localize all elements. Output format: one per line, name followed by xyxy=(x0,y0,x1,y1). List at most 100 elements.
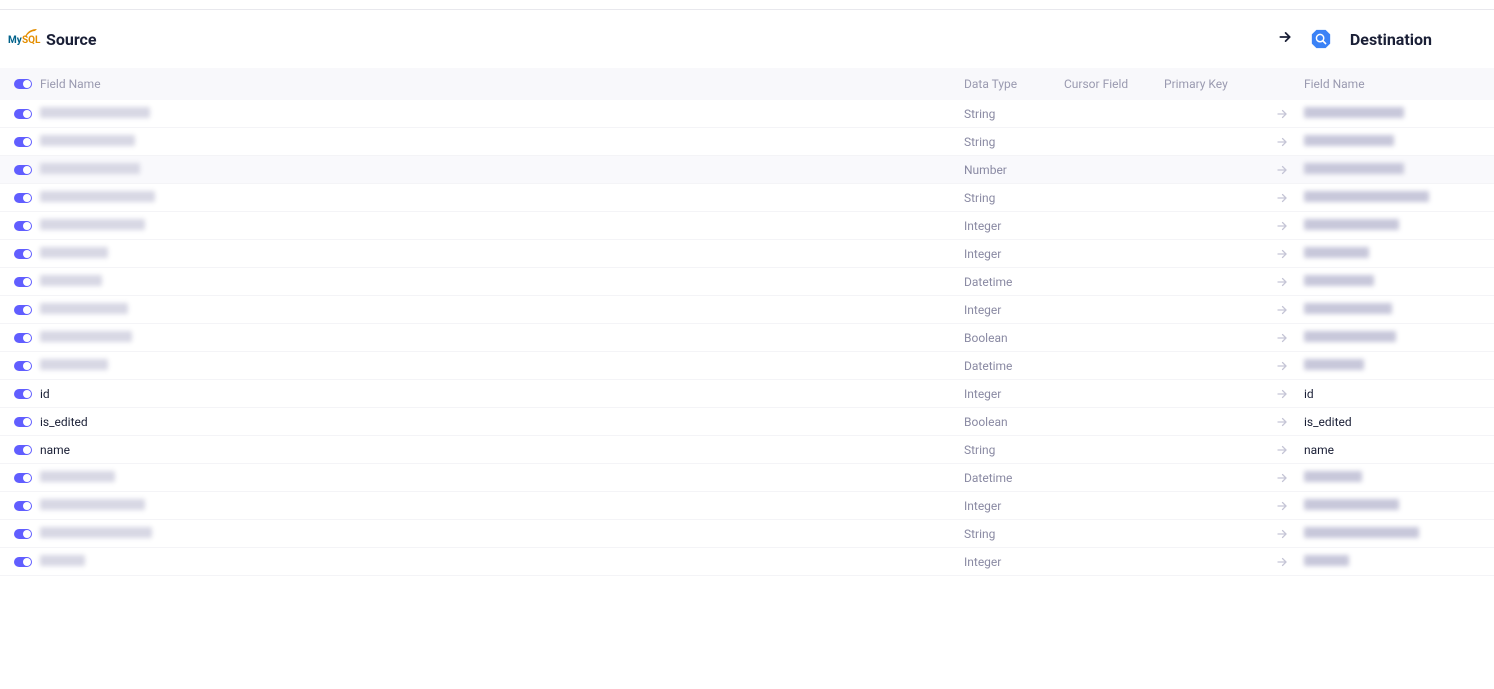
field-toggle[interactable] xyxy=(14,473,32,483)
field-row: Number xyxy=(0,156,1494,184)
redacted-field xyxy=(40,107,150,118)
field-row: Datetime xyxy=(0,352,1494,380)
toggle-cell xyxy=(0,473,40,483)
destination-field-name xyxy=(1304,471,1494,485)
header-toggle-cell xyxy=(0,79,40,89)
field-toggle[interactable] xyxy=(14,221,32,231)
destination-label: Destination xyxy=(1350,30,1432,49)
data-type-cell: String xyxy=(964,107,1064,121)
source-field-name: name xyxy=(40,443,964,457)
data-type-cell: String xyxy=(964,191,1064,205)
arrow-right-icon xyxy=(1259,500,1304,512)
data-type-cell: Integer xyxy=(964,247,1064,261)
source-field-name xyxy=(40,331,964,345)
field-row: Datetime xyxy=(0,268,1494,296)
field-toggle[interactable] xyxy=(14,165,32,175)
arrow-right-icon xyxy=(1278,30,1292,48)
field-toggle[interactable] xyxy=(14,557,32,567)
source-field-name xyxy=(40,303,964,317)
field-toggle[interactable] xyxy=(14,333,32,343)
data-type-cell: Integer xyxy=(964,219,1064,233)
toggle-cell xyxy=(0,221,40,231)
data-type-cell: Integer xyxy=(964,303,1064,317)
field-row: String xyxy=(0,128,1494,156)
source-header: MySQL Source xyxy=(8,29,97,49)
toggle-cell xyxy=(0,445,40,455)
field-row: Boolean xyxy=(0,324,1494,352)
field-toggle[interactable] xyxy=(14,501,32,511)
source-label: Source xyxy=(46,30,97,49)
toggle-cell xyxy=(0,109,40,119)
toggle-cell xyxy=(0,501,40,511)
destination-field-name xyxy=(1304,191,1494,205)
redacted-field xyxy=(1304,303,1392,314)
field-toggle[interactable] xyxy=(14,305,32,315)
source-field-name xyxy=(40,359,964,373)
redacted-field xyxy=(40,527,152,538)
data-type-cell: Datetime xyxy=(964,471,1064,485)
field-rows: String String Number String Integer Integer Da… xyxy=(0,100,1494,576)
arrow-right-icon xyxy=(1259,304,1304,316)
redacted-field xyxy=(40,219,145,230)
toggle-cell xyxy=(0,333,40,343)
redacted-field xyxy=(40,135,135,146)
source-field-name xyxy=(40,499,964,513)
redacted-field xyxy=(1304,191,1429,202)
redacted-field xyxy=(1304,107,1404,118)
source-field-name xyxy=(40,135,964,149)
toggle-cell xyxy=(0,137,40,147)
redacted-field xyxy=(1304,247,1369,258)
destination-field-name xyxy=(1304,247,1494,261)
field-toggle[interactable] xyxy=(14,417,32,427)
field-toggle[interactable] xyxy=(14,109,32,119)
arrow-right-icon xyxy=(1259,248,1304,260)
top-divider xyxy=(0,0,1494,10)
source-field-name xyxy=(40,247,964,261)
toggle-cell xyxy=(0,361,40,371)
redacted-field xyxy=(40,275,102,286)
header-dest-field: Field Name xyxy=(1304,77,1494,91)
field-toggle[interactable] xyxy=(14,445,32,455)
toggle-cell xyxy=(0,389,40,399)
toggle-all[interactable] xyxy=(14,79,32,89)
destination-field-name xyxy=(1304,527,1494,541)
field-row: Datetime xyxy=(0,464,1494,492)
redacted-field xyxy=(1304,275,1374,286)
field-toggle[interactable] xyxy=(14,277,32,287)
destination-field-name xyxy=(1304,275,1494,289)
data-type-cell: String xyxy=(964,443,1064,457)
field-toggle[interactable] xyxy=(14,249,32,259)
arrow-right-icon xyxy=(1259,332,1304,344)
redacted-field xyxy=(40,163,140,174)
field-row: String xyxy=(0,100,1494,128)
data-type-cell: String xyxy=(964,527,1064,541)
destination-field-name xyxy=(1304,499,1494,513)
destination-field-name xyxy=(1304,331,1494,345)
field-toggle[interactable] xyxy=(14,389,32,399)
redacted-field xyxy=(1304,219,1399,230)
field-toggle[interactable] xyxy=(14,137,32,147)
arrow-right-icon xyxy=(1259,276,1304,288)
data-type-cell: Boolean xyxy=(964,331,1064,345)
source-field-name xyxy=(40,527,964,541)
source-field-name xyxy=(40,191,964,205)
arrow-right-icon xyxy=(1259,220,1304,232)
destination-field-name xyxy=(1304,555,1494,569)
toggle-cell xyxy=(0,557,40,567)
redacted-field xyxy=(40,331,132,342)
field-row: is_editedBooleanis_edited xyxy=(0,408,1494,436)
arrow-right-icon xyxy=(1259,136,1304,148)
data-type-cell: Number xyxy=(964,163,1064,177)
data-type-cell: Integer xyxy=(964,555,1064,569)
field-row: idIntegerid xyxy=(0,380,1494,408)
field-toggle[interactable] xyxy=(14,193,32,203)
redacted-field xyxy=(1304,499,1399,510)
field-row: Integer xyxy=(0,240,1494,268)
redacted-field xyxy=(40,499,145,510)
redacted-field xyxy=(1304,163,1404,174)
header-primary-key: Primary Key xyxy=(1164,77,1259,91)
destination-field-name: id xyxy=(1304,387,1494,401)
field-toggle[interactable] xyxy=(14,529,32,539)
redacted-field xyxy=(1304,555,1349,566)
field-toggle[interactable] xyxy=(14,361,32,371)
